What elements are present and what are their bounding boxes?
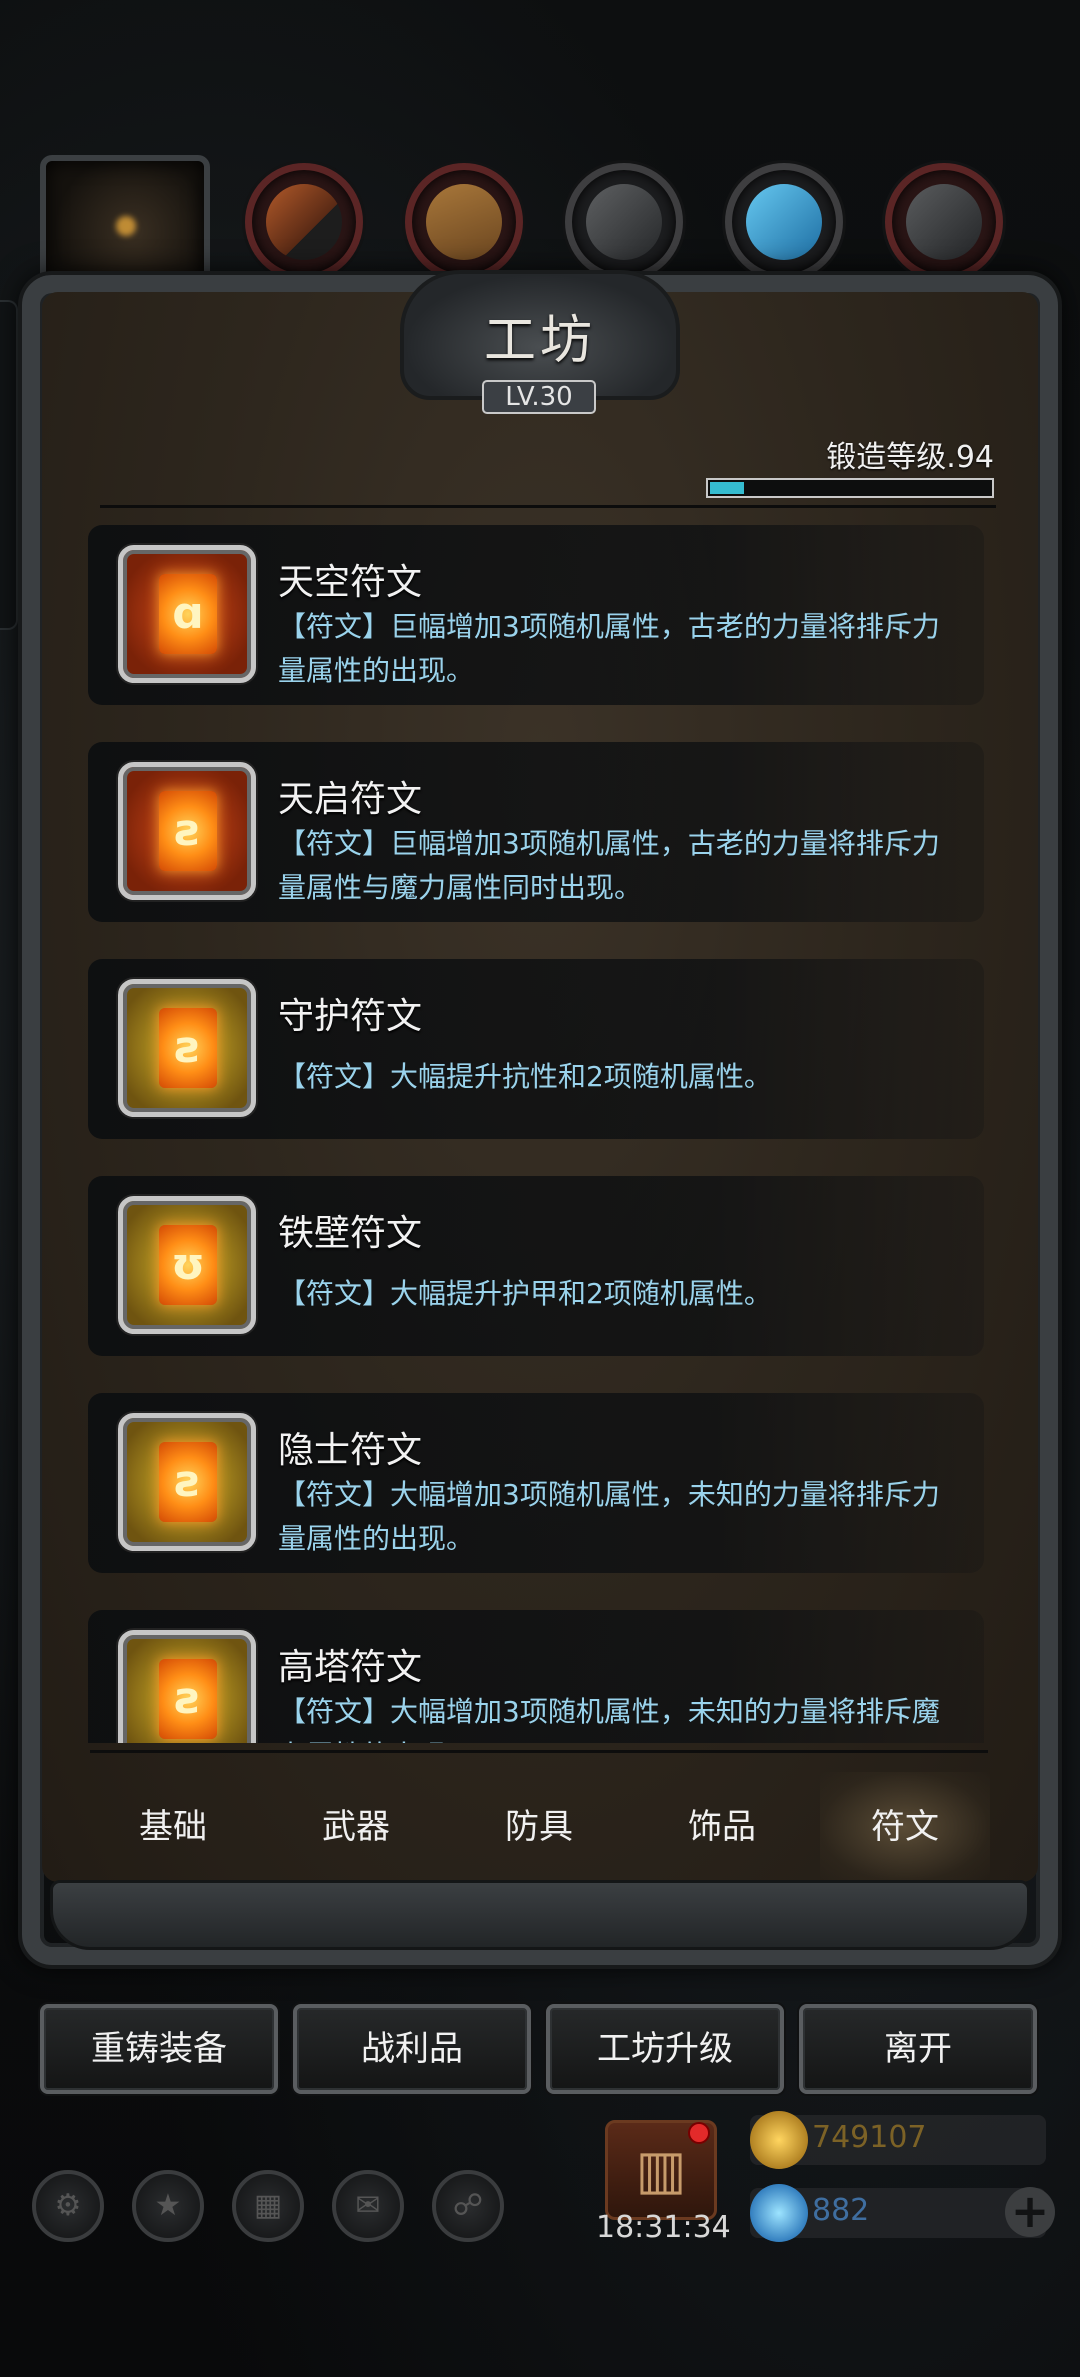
divider bbox=[100, 505, 996, 508]
tab-divider bbox=[90, 1750, 988, 1753]
tab-weapons[interactable]: 武器 bbox=[271, 1772, 441, 1882]
gem-icon bbox=[750, 2184, 808, 2242]
frame-bottom-ornament bbox=[50, 1880, 1030, 1950]
tab-armor[interactable]: 防具 bbox=[454, 1772, 624, 1882]
codex-icon[interactable]: ▦ bbox=[232, 2170, 304, 2242]
gem-counter: 882 bbox=[750, 2184, 1046, 2242]
gold-counter: 749107 bbox=[750, 2111, 1046, 2169]
rune-name: 高塔符文 bbox=[278, 1647, 423, 1688]
rune-name: 守护符文 bbox=[278, 996, 423, 1037]
page-title: 工坊 bbox=[483, 311, 596, 371]
social-icon[interactable]: ☍ bbox=[432, 2170, 504, 2242]
rune-description: 【符文】大幅提升抗性和2项随机属性。 bbox=[278, 1060, 772, 1093]
forge-level-label: 锻造等级.94 bbox=[826, 440, 994, 475]
settings-icon[interactable]: ⚙ bbox=[32, 2170, 104, 2242]
glow-icon bbox=[116, 216, 136, 236]
iron-category-icon[interactable] bbox=[885, 163, 1003, 281]
rune-description: 【符文】大幅提升护甲和2项随机属性。 bbox=[278, 1277, 772, 1310]
clock: 18:31:34 bbox=[596, 2210, 731, 2245]
leave-button[interactable]: 离开 bbox=[799, 2004, 1037, 2094]
rune-name: 铁壁符文 bbox=[278, 1213, 423, 1254]
workshop-level-badge: LV.30 bbox=[482, 380, 596, 414]
crystal-category-icon[interactable] bbox=[725, 163, 843, 281]
rune-item-ironwall[interactable]: ʊ 铁壁符文 【符文】大幅提升护甲和2项随机属性。 bbox=[88, 1176, 984, 1356]
forge-progress-bar bbox=[706, 478, 994, 498]
mail-icon[interactable]: ✉ bbox=[332, 2170, 404, 2242]
category-tabs: 基础 武器 防具 饰品 符文 bbox=[88, 1762, 990, 1892]
sky-rune-icon: ɑ bbox=[118, 545, 256, 683]
reforge-button[interactable]: 重铸装备 bbox=[40, 2004, 278, 2094]
tower-rune-icon: ƨ bbox=[118, 1630, 256, 1743]
gold-coin-icon bbox=[750, 2111, 808, 2169]
rune-item-sky[interactable]: ɑ 天空符文 【符文】巨幅增加3项随机属性，古老的力量将排斥力量属性的出现。 bbox=[88, 525, 984, 705]
rune-item-tower[interactable]: ƨ 高塔符文 【符文】大幅增加3项随机属性，未知的力量将排斥魔力属性的出现。 bbox=[88, 1610, 984, 1743]
rune-description: 【符文】大幅增加3项随机属性，未知的力量将排斥力量属性的出现。 bbox=[278, 1478, 940, 1555]
rune-description: 【符文】大幅增加3项随机属性，未知的力量将排斥魔力属性的出现。 bbox=[278, 1695, 940, 1743]
shield-category-icon[interactable] bbox=[245, 163, 363, 281]
guardian-rune-icon: ƨ bbox=[118, 979, 256, 1117]
achievement-icon[interactable]: ★ bbox=[132, 2170, 204, 2242]
rune-description: 【符文】巨幅增加3项随机属性，古老的力量将排斥力量属性与魔力属性同时出现。 bbox=[278, 827, 940, 904]
apocalypse-rune-icon: ƨ bbox=[118, 762, 256, 900]
rune-name: 天启符文 bbox=[278, 779, 423, 820]
loot-button[interactable]: 战利品 bbox=[293, 2004, 531, 2094]
first-category-icon[interactable] bbox=[40, 155, 210, 295]
rune-name: 隐士符文 bbox=[278, 1430, 423, 1471]
rune-name: 天空符文 bbox=[278, 562, 423, 603]
metal-category-icon[interactable] bbox=[565, 163, 683, 281]
forge-progress-fill bbox=[710, 482, 744, 494]
rune-item-guardian[interactable]: ƨ 守护符文 【符文】大幅提升抗性和2项随机属性。 bbox=[88, 959, 984, 1139]
side-drawer-handle[interactable] bbox=[0, 300, 18, 630]
wood-category-icon[interactable] bbox=[405, 163, 523, 281]
rune-list[interactable]: ɑ 天空符文 【符文】巨幅增加3项随机属性，古老的力量将排斥力量属性的出现。 ƨ… bbox=[88, 525, 984, 1743]
ironwall-rune-icon: ʊ bbox=[118, 1196, 256, 1334]
upgrade-workshop-button[interactable]: 工坊升级 bbox=[546, 2004, 784, 2094]
add-gems-button[interactable]: + bbox=[1005, 2187, 1055, 2237]
tab-basic[interactable]: 基础 bbox=[88, 1772, 258, 1882]
hermit-rune-icon: ƨ bbox=[118, 1413, 256, 1551]
rune-description: 【符文】巨幅增加3项随机属性，古老的力量将排斥力量属性的出现。 bbox=[278, 610, 940, 687]
tab-accessories[interactable]: 饰品 bbox=[637, 1772, 807, 1882]
gold-amount: 749107 bbox=[812, 2120, 927, 2155]
gem-amount: 882 bbox=[812, 2193, 870, 2228]
tab-runes[interactable]: 符文 bbox=[820, 1772, 990, 1882]
notification-dot bbox=[688, 2122, 710, 2144]
rune-item-apocalypse[interactable]: ƨ 天启符文 【符文】巨幅增加3项随机属性，古老的力量将排斥力量属性与魔力属性同… bbox=[88, 742, 984, 922]
rune-item-hermit[interactable]: ƨ 隐士符文 【符文】大幅增加3项随机属性，未知的力量将排斥力量属性的出现。 bbox=[88, 1393, 984, 1573]
